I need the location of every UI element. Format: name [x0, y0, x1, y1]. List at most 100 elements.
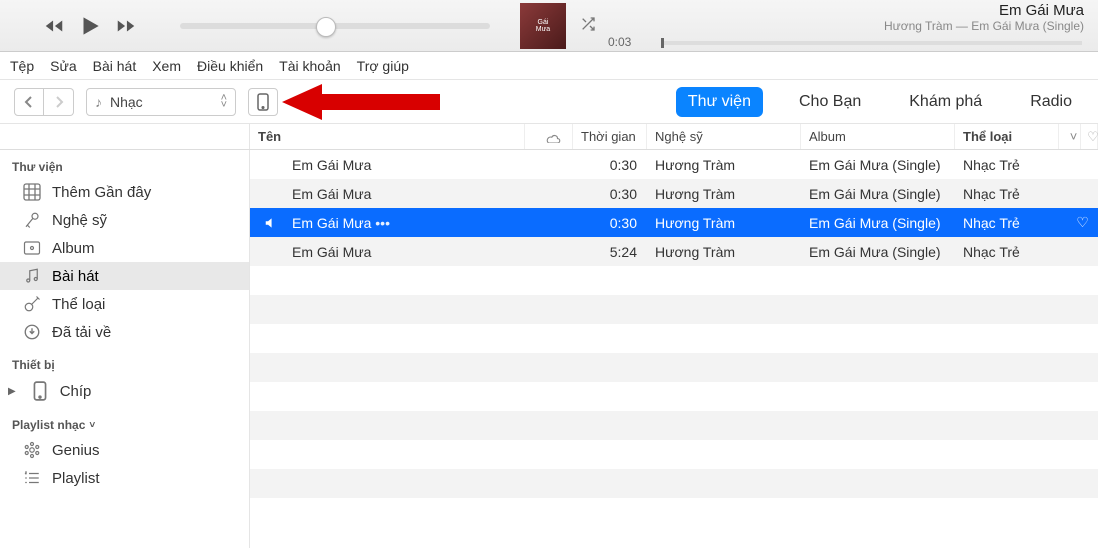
- track-album: Em Gái Mưa (Single): [801, 186, 955, 202]
- track-loved-icon[interactable]: ♡: [1059, 214, 1098, 231]
- sidebar-item-label: Chíp: [60, 383, 92, 400]
- nav-bar: ♪ Nhạc ˄˅ Thư viện Cho Bạn Khám phá Radio: [0, 80, 1098, 124]
- menu-trợ giúp[interactable]: Trợ giúp: [357, 58, 409, 74]
- track-progress[interactable]: [661, 41, 1082, 45]
- play-button[interactable]: [76, 12, 104, 40]
- track-genre: Nhạc Trẻ: [955, 157, 1059, 173]
- col-genre[interactable]: Thể loại: [955, 124, 1059, 149]
- tab-thư-viện[interactable]: Thư viện: [676, 87, 763, 117]
- table-row-empty: [250, 469, 1098, 498]
- col-loved-icon[interactable]: ♡: [1081, 124, 1098, 149]
- sidebar-playlist-playlist[interactable]: Playlist: [0, 464, 249, 492]
- album-art-text: Gái: [538, 19, 549, 26]
- sidebar-item-label: Đã tải về: [52, 324, 111, 341]
- col-artist[interactable]: Nghệ sỹ: [647, 124, 801, 149]
- genius-icon: [22, 441, 42, 459]
- sidebar-item-bài-hát[interactable]: Bài hát: [0, 262, 249, 290]
- back-button[interactable]: [14, 88, 44, 116]
- album-art-text: Mưa: [536, 26, 550, 33]
- track-time: 0:30: [573, 186, 647, 202]
- col-time[interactable]: Thời gian: [573, 124, 647, 149]
- now-playing-title: Em Gái Mưa: [608, 2, 1084, 19]
- shuffle-icon[interactable]: [578, 16, 598, 35]
- col-genre-menu-icon[interactable]: ˅: [1059, 124, 1081, 149]
- media-picker[interactable]: ♪ Nhạc ˄˅: [86, 88, 236, 116]
- tab-radio[interactable]: Radio: [1018, 87, 1084, 117]
- sidebar-item-đã-tải-về[interactable]: Đã tải về: [0, 318, 249, 346]
- track-name: Em Gái Mưa: [284, 186, 525, 202]
- track-name: Em Gái Mưa: [284, 244, 525, 260]
- track-time: 5:24: [573, 244, 647, 260]
- sidebar-item-album[interactable]: Album: [0, 234, 249, 262]
- playback-bar: Gái Mưa Em Gái Mưa Hương Tràm — Em Gái M…: [0, 0, 1098, 52]
- sidebar-item-label: Playlist: [52, 470, 100, 487]
- sidebar-item-label: Bài hát: [52, 268, 99, 285]
- track-album: Em Gái Mưa (Single): [801, 215, 955, 231]
- menu-điều khiển[interactable]: Điều khiển: [197, 58, 263, 74]
- menu-bài hát[interactable]: Bài hát: [93, 58, 137, 74]
- table-row-empty: [250, 440, 1098, 469]
- track-genre: Nhạc Trẻ: [955, 215, 1059, 231]
- sidebar-item-label: Nghệ sỹ: [52, 212, 107, 229]
- table-row[interactable]: Em Gái Mưa 0:30Hương TràmEm Gái Mưa (Sing…: [250, 179, 1098, 208]
- column-headers: Tên Thời gian Nghệ sỹ Album Thể loại ˅ ♡: [0, 124, 1098, 150]
- table-row-empty: [250, 295, 1098, 324]
- guitar-icon: [22, 295, 42, 313]
- sidebar-device-chíp[interactable]: ▶ Chíp: [0, 376, 249, 406]
- media-picker-label: Nhạc: [110, 94, 143, 110]
- volume-slider[interactable]: [180, 23, 490, 29]
- chevron-down-icon[interactable]: ˅: [89, 420, 95, 431]
- track-time: 0:30: [573, 157, 647, 173]
- mic-icon: [22, 211, 42, 229]
- track-artist: Hương Tràm: [647, 186, 801, 202]
- previous-button[interactable]: [40, 12, 68, 40]
- now-playing: Gái Mưa Em Gái Mưa Hương Tràm — Em Gái M…: [520, 2, 1098, 49]
- track-name: Em Gái Mưa •••: [284, 215, 525, 231]
- col-album[interactable]: Album: [801, 124, 955, 149]
- sidebar-device-header: Thiết bị: [0, 352, 249, 376]
- download-icon: [22, 323, 42, 341]
- now-playing-subtitle: Hương Tràm — Em Gái Mưa (Single): [608, 19, 1084, 33]
- table-row-empty: [250, 324, 1098, 353]
- sidebar-item-thể-loại[interactable]: Thể loại: [0, 290, 249, 318]
- tab-cho-bạn[interactable]: Cho Bạn: [787, 87, 873, 117]
- next-button[interactable]: [112, 12, 140, 40]
- track-artist: Hương Tràm: [647, 157, 801, 173]
- device-button[interactable]: [248, 88, 278, 116]
- col-name[interactable]: Tên: [250, 124, 525, 149]
- track-album: Em Gái Mưa (Single): [801, 157, 955, 173]
- disc-icon: [22, 239, 42, 257]
- table-row-empty: [250, 353, 1098, 382]
- table-row[interactable]: Em Gái Mưa •••0:30Hương TràmEm Gái Mưa (…: [250, 208, 1098, 237]
- track-time: 0:30: [573, 215, 647, 231]
- track-artist: Hương Tràm: [647, 244, 801, 260]
- menu-sửa[interactable]: Sửa: [50, 58, 77, 74]
- col-cloud-icon[interactable]: [525, 124, 573, 149]
- menu-tệp[interactable]: Tệp: [10, 58, 34, 74]
- track-menu-dots[interactable]: •••: [371, 215, 390, 231]
- table-row[interactable]: Em Gái Mưa 5:24Hương TràmEm Gái Mưa (Sing…: [250, 237, 1098, 266]
- sidebar-playlist-header-label: Playlist nhạc: [12, 418, 85, 432]
- chevron-updown-icon: ˄˅: [221, 95, 227, 109]
- speaker-icon: [250, 216, 284, 230]
- track-genre: Nhạc Trẻ: [955, 186, 1059, 202]
- sidebar-item-label: Album: [52, 240, 95, 257]
- sidebar-item-label: Thể loại: [52, 296, 105, 313]
- track-album: Em Gái Mưa (Single): [801, 244, 955, 260]
- track-list: Em Gái Mưa0:30Hương TràmEm Gái Mưa (Sing…: [250, 150, 1098, 548]
- menu-xem[interactable]: Xem: [152, 58, 181, 74]
- menu-bar: Tệp Sửa Bài hát Xem Điều khiển Tài khoản Trợ g…: [0, 52, 1098, 80]
- table-row[interactable]: Em Gái Mưa 0:30Hương TràmEm Gái Mưa (Sing…: [250, 150, 1098, 179]
- track-name: Em Gái Mưa: [284, 157, 525, 173]
- sidebar-item-nghệ-sỹ[interactable]: Nghệ sỹ: [0, 206, 249, 234]
- album-art[interactable]: Gái Mưa: [520, 3, 566, 49]
- menu-tài khoản[interactable]: Tài khoản: [279, 58, 340, 74]
- tab-khám-phá[interactable]: Khám phá: [897, 87, 994, 117]
- playback-time: 0:03: [608, 35, 631, 49]
- sidebar-item-thêm-gần-đây[interactable]: Thêm Gần đây: [0, 178, 249, 206]
- forward-button[interactable]: [44, 88, 74, 116]
- annotation-arrow: [282, 82, 442, 122]
- sidebar-playlist-genius[interactable]: Genius: [0, 436, 249, 464]
- table-row-empty: [250, 411, 1098, 440]
- disclosure-triangle-icon[interactable]: ▶: [8, 386, 16, 397]
